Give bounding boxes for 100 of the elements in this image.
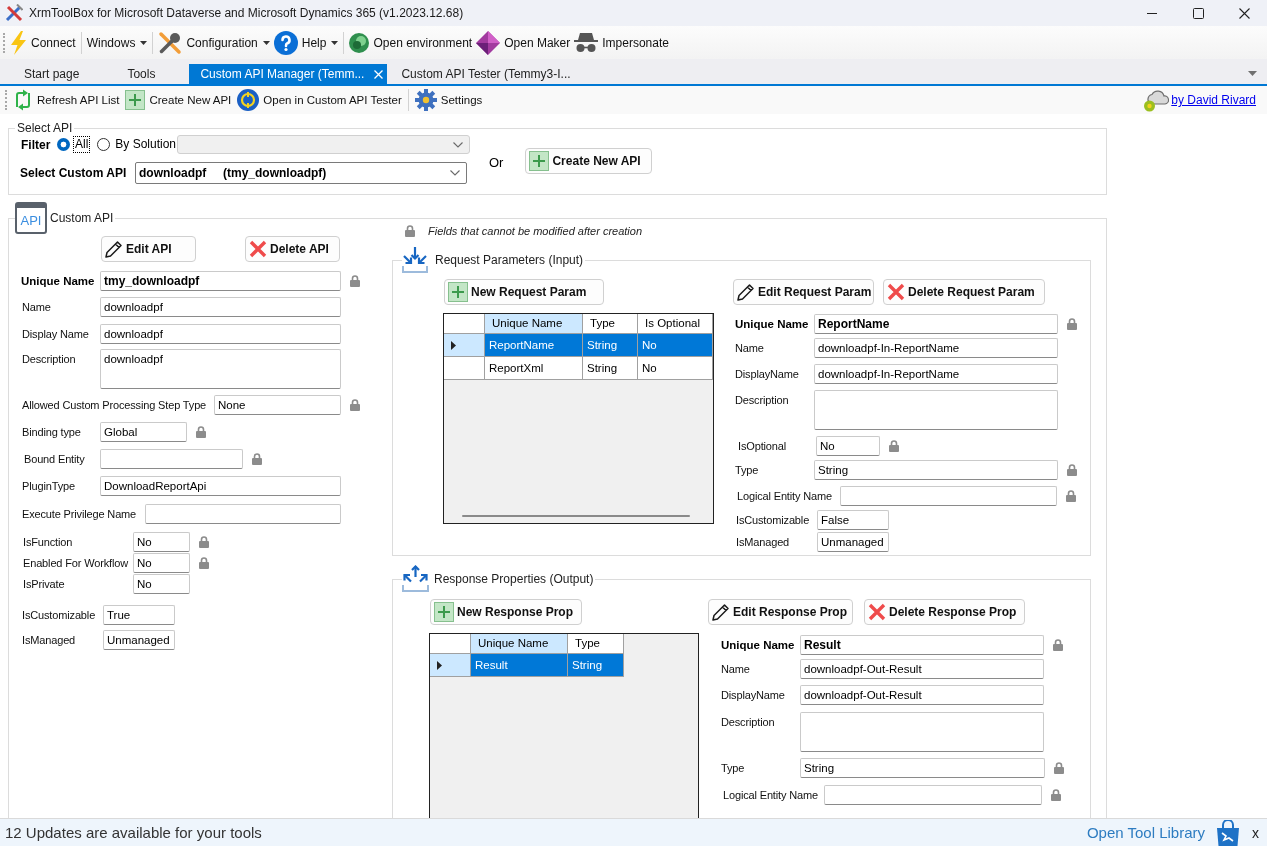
text-field[interactable] xyxy=(100,449,243,469)
table-cell: No xyxy=(638,357,713,380)
field-label: Display Name xyxy=(22,327,89,342)
or-label: Or xyxy=(489,155,504,170)
field-label: IsOptional xyxy=(738,439,787,454)
row-header[interactable] xyxy=(430,654,471,677)
table-cell: String xyxy=(568,654,624,677)
status-message: 12 Updates are available for your tools xyxy=(5,824,262,841)
toolbar-button[interactable]: Open Maker xyxy=(474,29,573,56)
text-field[interactable]: downloadpf-Out-Result xyxy=(800,659,1044,679)
toolbar-button[interactable]: Connect xyxy=(8,29,78,56)
text-field[interactable]: downloadpf xyxy=(100,324,341,344)
minimize-icon[interactable] xyxy=(1147,12,1157,14)
api-window-logo: API xyxy=(15,202,47,234)
field-label: Bound Entity xyxy=(24,452,85,467)
text-field[interactable]: tmy_downloadpf xyxy=(100,271,341,291)
text-field[interactable] xyxy=(840,486,1057,506)
text-field[interactable]: No xyxy=(133,574,190,594)
toolbar-button[interactable]: Impersonate xyxy=(572,29,671,56)
row-header[interactable] xyxy=(444,357,485,380)
caret-icon[interactable] xyxy=(1248,71,1257,76)
text-area-field[interactable] xyxy=(814,390,1058,430)
edit-response-prop-button[interactable]: Edit Response Prop xyxy=(708,599,853,625)
field-label: Type xyxy=(721,761,745,776)
delete-request-param-button[interactable]: Delete Request Param xyxy=(883,279,1045,305)
delete-api-button[interactable]: Delete API xyxy=(245,236,340,262)
pencil-icon xyxy=(737,283,755,301)
toolbar-button[interactable]: Refresh API List xyxy=(10,87,123,113)
filter-label: Filter xyxy=(21,137,51,152)
open-tool-library-link[interactable]: Open Tool Library xyxy=(1086,824,1205,841)
field-label: IsManaged xyxy=(22,633,76,648)
hat-glasses-icon xyxy=(574,32,599,53)
group-title: Request Parameters (Input) xyxy=(428,253,586,267)
toolbar-button[interactable]: Windows xyxy=(84,29,150,56)
lock-icon xyxy=(405,225,415,237)
text-field[interactable]: True xyxy=(103,605,175,625)
text-field[interactable]: Unmanaged xyxy=(817,532,889,552)
edit-request-param-button[interactable]: Edit Request Param xyxy=(733,279,874,305)
toolbar-button[interactable]: Create New API xyxy=(122,87,235,113)
cross-icon xyxy=(249,240,267,258)
text-field[interactable]: False xyxy=(817,510,889,530)
column-header[interactable]: Type xyxy=(583,314,638,334)
table-cell: Result xyxy=(471,654,568,677)
column-header[interactable]: Type xyxy=(568,634,624,654)
text-field[interactable]: downloadpf-In-ReportName xyxy=(814,364,1058,384)
toolbar-button[interactable]: Configuration xyxy=(156,29,272,56)
table-row[interactable]: ReportName String No xyxy=(444,334,713,357)
text-field[interactable]: Result xyxy=(800,635,1044,655)
column-header[interactable]: Unique Name xyxy=(485,314,583,334)
create-api-button[interactable]: Create New API xyxy=(525,148,653,174)
text-field[interactable]: downloadpf xyxy=(100,297,341,317)
toolbar-button[interactable]: Help xyxy=(271,29,341,56)
close-icon[interactable] xyxy=(1238,7,1250,19)
row-header[interactable] xyxy=(444,334,485,357)
tab[interactable]: Start page xyxy=(10,64,114,84)
text-field[interactable]: Unmanaged xyxy=(103,630,175,650)
new-request-param-button[interactable]: New Request Param xyxy=(444,279,604,305)
dismiss-button[interactable]: x xyxy=(1250,824,1261,841)
edit-api-button[interactable]: Edit API xyxy=(101,236,196,262)
field-label: Description xyxy=(22,352,76,367)
field-label: Allowed Custom Processing Step Type xyxy=(22,398,207,413)
text-field[interactable] xyxy=(824,785,1042,805)
custom-api-dropdown[interactable]: downloadpf (tmy_downloadpf) xyxy=(135,162,467,184)
tab[interactable]: Custom API Tester (Temmy3-I... xyxy=(387,64,605,84)
column-header[interactable]: Unique Name xyxy=(471,634,568,654)
text-field[interactable]: String xyxy=(814,460,1058,480)
new-response-prop-button[interactable]: New Response Prop xyxy=(430,599,582,625)
plus-icon xyxy=(529,151,550,171)
text-field[interactable]: downloadpf-In-ReportName xyxy=(814,338,1058,358)
text-area-field[interactable] xyxy=(800,712,1044,752)
text-field[interactable]: No xyxy=(133,532,190,552)
delete-response-prop-button[interactable]: Delete Response Prop xyxy=(864,599,1025,625)
text-area-field[interactable]: downloadpf xyxy=(100,349,341,389)
text-field[interactable]: DownloadReportApi xyxy=(100,476,341,496)
radio-button[interactable] xyxy=(97,138,111,151)
text-field[interactable]: Global xyxy=(100,422,187,442)
tab[interactable]: Custom API Manager (Temm... xyxy=(189,64,388,84)
radio-label[interactable]: By Solution xyxy=(114,137,178,152)
group-title: Response Properties (Output) xyxy=(429,571,596,586)
author-link[interactable]: by David Rivard xyxy=(1171,93,1256,107)
toolbar-button[interactable]: Settings xyxy=(411,87,486,113)
table-row[interactable]: Result String xyxy=(430,654,624,677)
cloud-gear-icon xyxy=(1143,88,1170,112)
radio-button[interactable] xyxy=(57,138,70,151)
text-field[interactable]: None xyxy=(214,395,341,415)
text-field[interactable]: No xyxy=(133,553,190,573)
tab[interactable]: Tools xyxy=(113,64,190,84)
window-title: XrmToolBox for Microsoft Dataverse and Microsoft Dynamics 365 (v1.2023.12.68) xyxy=(29,6,464,20)
radio-label[interactable]: All xyxy=(74,137,90,152)
column-header[interactable]: Is Optional xyxy=(638,314,713,334)
maximize-icon[interactable] xyxy=(1192,7,1204,19)
text-field[interactable]: String xyxy=(800,758,1045,778)
toolbar-button[interactable]: Open in Custom API Tester xyxy=(234,87,405,113)
text-field[interactable] xyxy=(145,504,341,524)
table-row[interactable]: ReportXml String No xyxy=(444,357,713,380)
text-field[interactable]: No xyxy=(816,436,880,456)
toolbar-button[interactable]: Open environment xyxy=(347,29,475,56)
text-field[interactable]: ReportName xyxy=(814,314,1058,334)
text-field[interactable]: downloadpf-Out-Result xyxy=(800,685,1044,705)
diamond-icon xyxy=(476,30,501,55)
